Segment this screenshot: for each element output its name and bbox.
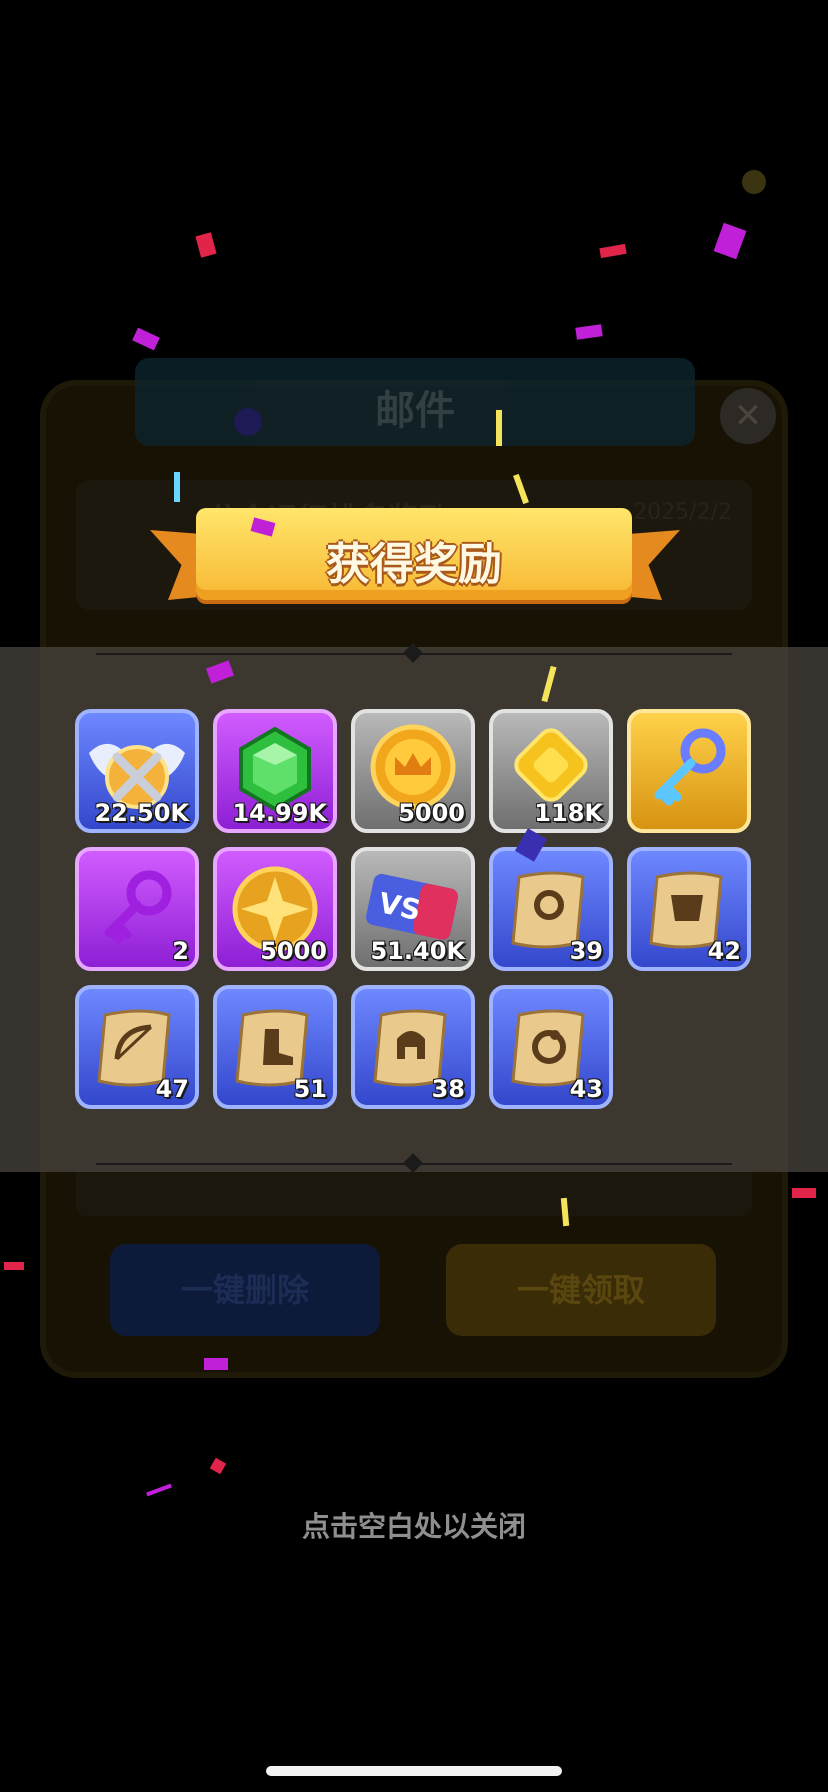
reward-item[interactable]: VS 51.40K	[351, 847, 475, 971]
reward-count: 118K	[534, 799, 603, 827]
confetti-piece	[132, 327, 160, 351]
reward-count: 14.99K	[232, 799, 327, 827]
reward-item[interactable]	[627, 709, 751, 833]
confetti-piece	[174, 472, 180, 502]
reward-item[interactable]: 47	[75, 985, 199, 1109]
reward-count: 43	[569, 1075, 603, 1103]
confetti-piece	[496, 410, 502, 446]
reward-count: 42	[707, 937, 741, 965]
reward-count: 38	[431, 1075, 465, 1103]
screen: 邮件 ✕ 公会远征排名奖励 2025/2/2 一键删除 一键领取 获得奖励 22…	[0, 0, 828, 1792]
reward-item[interactable]: 2	[75, 847, 199, 971]
reward-divider-bottom	[96, 1153, 732, 1173]
claim-all-button[interactable]: 一键领取	[446, 1244, 716, 1336]
reward-count: 22.50K	[94, 799, 189, 827]
confetti-piece	[195, 232, 217, 258]
confetti-piece	[234, 408, 262, 436]
mail-item-date: 2025/2/2	[633, 500, 732, 525]
confetti-piece	[792, 1188, 816, 1198]
reward-item[interactable]: 51	[213, 985, 337, 1109]
reward-count: 5000	[260, 937, 327, 965]
reward-item[interactable]: 5000	[213, 847, 337, 971]
reward-item[interactable]: 39	[489, 847, 613, 971]
reward-count: 51	[293, 1075, 327, 1103]
delete-all-button[interactable]: 一键删除	[110, 1244, 380, 1336]
confetti-piece	[742, 170, 766, 194]
close-hint-text[interactable]: 点击空白处以关闭	[0, 1505, 828, 1545]
confetti-piece	[599, 243, 627, 259]
reward-count: 39	[569, 937, 603, 965]
reward-count: 2	[172, 937, 189, 965]
reward-item[interactable]: 43	[489, 985, 613, 1109]
confetti-piece	[204, 1358, 228, 1370]
reward-item[interactable]: 22.50K	[75, 709, 199, 833]
reward-count: 5000	[398, 799, 465, 827]
confetti-piece	[146, 1483, 172, 1497]
reward-item[interactable]: 38	[351, 985, 475, 1109]
home-indicator[interactable]	[266, 1766, 562, 1776]
reward-item[interactable]: 5000	[351, 709, 475, 833]
confetti-piece	[575, 324, 603, 340]
mail-close-icon[interactable]: ✕	[720, 388, 776, 444]
confetti-piece	[4, 1262, 24, 1270]
reward-count: 47	[155, 1075, 189, 1103]
confetti-piece	[209, 1457, 227, 1475]
reward-item[interactable]: 42	[627, 847, 751, 971]
mail-title: 邮件	[375, 388, 455, 434]
reward-item[interactable]: 14.99K	[213, 709, 337, 833]
gold-key-icon	[654, 728, 726, 806]
reward-item[interactable]: 118K	[489, 709, 613, 833]
confetti-piece	[713, 222, 747, 260]
mail-title-bar: 邮件	[135, 358, 695, 446]
reward-grid: 22.50K 14.99K 5000 118K 2 5000 VS 51.40K…	[75, 709, 755, 1109]
reward-count: 51.40K	[370, 937, 465, 965]
reward-title: 获得奖励	[326, 539, 502, 590]
reward-divider-top	[96, 643, 732, 663]
